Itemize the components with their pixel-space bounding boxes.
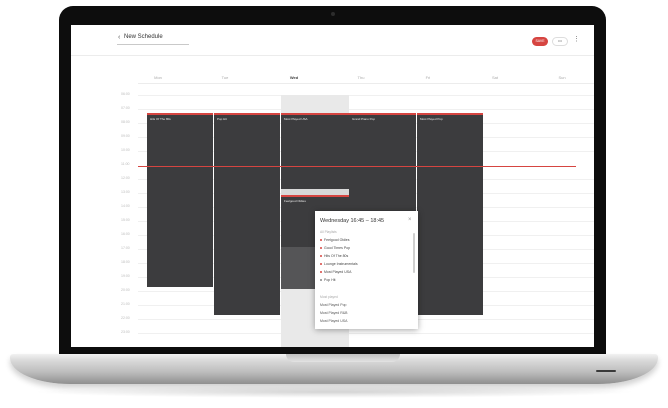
popup-section-label: Most played (320, 295, 338, 299)
day-header-sat: Sat (491, 75, 498, 80)
recent-playlist-item[interactable]: Most Played R&B (320, 311, 347, 315)
more-button[interactable]: ••• (552, 37, 568, 46)
playlist-name: Pop Hit (324, 278, 336, 282)
event-label: Pop Hit (217, 117, 227, 121)
event-block[interactable]: Pop Hit (214, 113, 280, 315)
save-button[interactable]: SAVE (532, 37, 548, 46)
day-header-tue: Tue (221, 75, 229, 80)
event-block[interactable]: Most Played Pop (417, 113, 483, 315)
menu-icon[interactable]: ⋮ (573, 35, 580, 43)
page-title[interactable]: New Schedule (124, 34, 163, 40)
day-header-thu: Thu (357, 75, 365, 80)
bullet-icon (320, 247, 322, 250)
event-label: Hits Of The 80s (150, 117, 171, 121)
popup-section-label: All Playlists (320, 230, 337, 234)
playlist-name: Hits Of The 80s (324, 254, 349, 258)
day-header-mon: Mon (154, 75, 162, 80)
playlist-name: Most Played USA (324, 270, 352, 274)
grid-line (138, 333, 594, 334)
playlist-item[interactable]: Lounge Instrumentals (320, 262, 358, 266)
event-label: Feelgood Oldies (284, 199, 306, 203)
laptop-notch (286, 354, 400, 362)
header-divider (138, 83, 594, 84)
laptop-shadow (30, 386, 638, 398)
bullet-icon (320, 255, 322, 258)
schedule-app: ‹ New Schedule SAVE ••• ⋮ Mon Tue Wed Th… (71, 25, 594, 347)
day-header-sun: Sun (558, 75, 566, 80)
playlist-item[interactable]: Pop Hit (320, 278, 335, 282)
playlist-item[interactable]: Hits Of The 80s (320, 254, 348, 258)
day-header-fri: Fri (425, 75, 431, 80)
event-block[interactable]: Most Played USA (281, 113, 349, 189)
playlist-name: Feelgood Oldies (324, 238, 350, 242)
bullet-icon (320, 271, 322, 274)
bullet-icon (320, 239, 322, 242)
laptop-screen: ‹ New Schedule SAVE ••• ⋮ Mon Tue Wed Th… (71, 25, 594, 347)
bullet-icon (320, 263, 322, 266)
playlist-item[interactable]: Good Times Pop (320, 246, 350, 250)
current-time-line (138, 166, 576, 167)
top-bar: ‹ New Schedule SAVE ••• ⋮ (71, 25, 594, 56)
laptop-bezel: ‹ New Schedule SAVE ••• ⋮ Mon Tue Wed Th… (59, 6, 606, 358)
back-icon[interactable]: ‹ (118, 34, 120, 41)
recent-playlist-item[interactable]: Most Played USA (320, 319, 347, 323)
event-block[interactable]: Hits Of The 80s (147, 113, 213, 287)
day-header-wed: Wed (289, 75, 299, 80)
grid-line (138, 109, 594, 110)
playlist-name: Lounge Instrumentals (324, 262, 358, 266)
popup-scrollbar[interactable] (413, 233, 415, 273)
event-label: Most Played USA (284, 117, 308, 121)
playlist-name: Good Times Pop (324, 246, 351, 250)
playlist-item[interactable]: Feelgood Oldies (320, 238, 350, 242)
playlist-item[interactable]: Most Played USA (320, 270, 351, 274)
close-icon[interactable]: × (408, 217, 412, 223)
event-label: Grand Piano Pop (352, 117, 376, 121)
laptop-base (10, 354, 658, 384)
event-popup: Wednesday 16:45 – 18:45 × All Playlists … (315, 211, 418, 329)
event-label: Most Played Pop (420, 117, 443, 121)
bullet-icon (320, 279, 322, 282)
popup-title: Wednesday 16:45 – 18:45 (320, 218, 385, 224)
grid-line (138, 95, 594, 96)
laptop-indicator (596, 370, 616, 372)
recent-playlist-item[interactable]: Most Played Pop (320, 303, 346, 307)
title-underline (117, 44, 189, 45)
camera-icon (331, 12, 335, 16)
